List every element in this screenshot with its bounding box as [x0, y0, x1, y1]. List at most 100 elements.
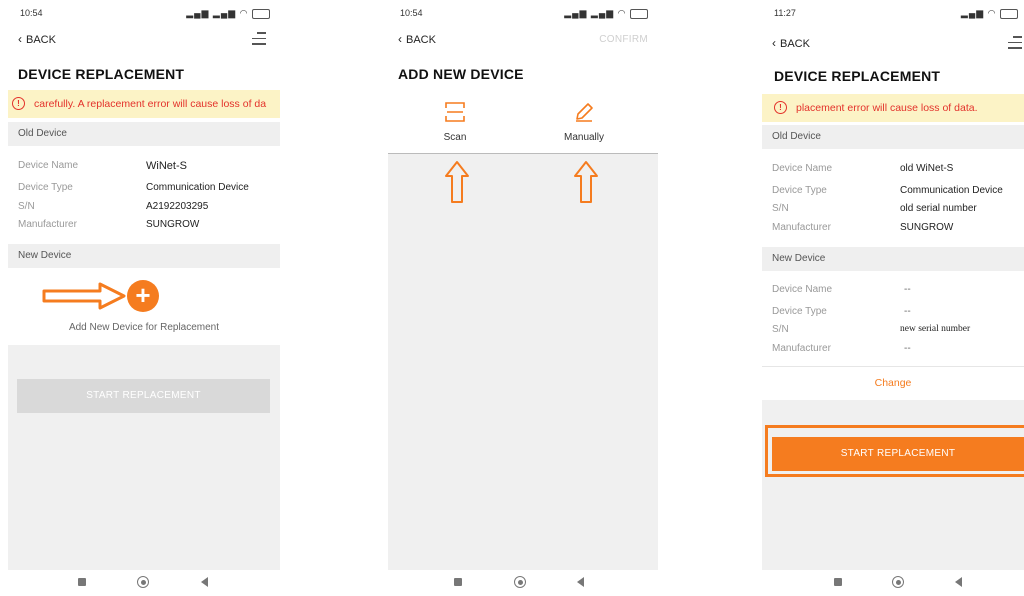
field-label: Device Type: [18, 182, 73, 193]
old-device-label: Old Device: [772, 131, 821, 142]
system-nav-bar: [8, 570, 280, 596]
old-sn-row: S/N old serial number: [772, 203, 1014, 219]
warning-banner: ! placement error will cause loss of dat…: [762, 94, 1024, 122]
nav-back-icon[interactable]: [577, 577, 584, 587]
arrow-up-icon: [445, 161, 469, 203]
warning-text: carefully. A replacement error will caus…: [34, 98, 267, 110]
old-device-type-row: Device Type Communication Device: [772, 185, 1014, 201]
new-device-header: New Device: [8, 244, 280, 268]
back-button[interactable]: ‹ BACK: [772, 36, 810, 50]
field-label: S/N: [772, 203, 789, 214]
back-label: BACK: [26, 34, 56, 46]
start-replacement-button[interactable]: START REPLACEMENT: [17, 379, 270, 413]
field-value: --: [904, 284, 911, 295]
add-new-device-button[interactable]: +: [127, 280, 159, 312]
signal-icon: ▂▄▆ ▂▄▆ ◠: [186, 8, 270, 19]
field-value: Communication Device: [900, 185, 1003, 196]
field-value: A2192203295: [146, 201, 209, 212]
field-value: new serial number: [900, 324, 971, 334]
system-nav-bar: [762, 570, 1024, 596]
recent-apps-icon[interactable]: [454, 578, 462, 586]
new-device-label: New Device: [18, 250, 72, 261]
field-label: S/N: [18, 201, 35, 212]
field-value: SUNGROW: [146, 219, 200, 230]
warning-icon: !: [12, 97, 25, 110]
status-time: 11:27: [774, 8, 796, 18]
manually-option[interactable]: Manually: [549, 96, 619, 143]
old-device-header: Old Device: [762, 125, 1024, 149]
back-chevron-icon: ‹: [398, 32, 402, 46]
new-device-label: New Device: [772, 253, 826, 264]
field-label: S/N: [772, 324, 789, 335]
status-bar: 10:54 ▂▄▆ ▂▄▆ ◠: [18, 8, 270, 22]
field-label: Device Type: [772, 306, 827, 317]
battery-icon: [1000, 8, 1018, 19]
field-value: WiNet-S: [146, 160, 187, 172]
new-device-type-row: Device Type --: [772, 306, 1014, 322]
confirm-button[interactable]: CONFIRM: [599, 34, 648, 45]
arrow-up-icon: [574, 161, 598, 203]
field-label: Manufacturer: [772, 343, 831, 354]
battery-icon: [630, 8, 648, 19]
status-bar: 10:54 ▂▄▆ ▂▄▆ ◠: [398, 8, 648, 22]
field-value: --: [904, 343, 911, 354]
field-label: Manufacturer: [772, 222, 831, 233]
system-nav-bar: [388, 570, 658, 596]
page-title: ADD NEW DEVICE: [398, 66, 524, 82]
recent-apps-icon[interactable]: [834, 578, 842, 586]
field-value: Communication Device: [146, 182, 249, 193]
new-device-name-row: Device Name --: [772, 284, 1014, 300]
field-label: Device Name: [772, 163, 833, 174]
status-bar: 11:27 ▂▄▆ ◠: [772, 8, 1018, 22]
scan-option[interactable]: Scan: [420, 96, 490, 143]
signal-icon: ▂▄▆ ▂▄▆ ◠: [564, 8, 648, 19]
field-label: Device Name: [18, 160, 79, 171]
scan-label: Scan: [443, 132, 467, 143]
start-replacement-button[interactable]: START REPLACEMENT: [772, 437, 1024, 471]
old-device-name-row: Device Name old WiNet-S: [772, 163, 1014, 179]
new-device-header: New Device: [762, 247, 1024, 271]
menu-icon[interactable]: [1008, 32, 1022, 49]
field-label: Device Name: [772, 284, 833, 295]
pencil-icon: [576, 103, 593, 122]
field-label: Device Type: [772, 185, 827, 196]
battery-icon: [252, 8, 270, 19]
manually-label: Manually: [563, 132, 605, 143]
back-chevron-icon: ‹: [18, 32, 22, 46]
back-chevron-icon: ‹: [772, 36, 776, 50]
content-area: [388, 153, 658, 570]
status-time: 10:54: [400, 8, 423, 18]
warning-text: placement error will cause loss of data.: [796, 102, 978, 114]
old-manufacturer-row: Manufacturer SUNGROW: [18, 219, 270, 235]
home-icon[interactable]: [137, 576, 149, 588]
scan-icon: [445, 102, 465, 122]
field-label: Manufacturer: [18, 219, 77, 230]
home-icon[interactable]: [892, 576, 904, 588]
back-label: BACK: [406, 34, 436, 46]
field-value: old WiNet-S: [900, 163, 954, 174]
home-icon[interactable]: [514, 576, 526, 588]
change-button[interactable]: Change: [762, 377, 1024, 389]
nav-back-icon[interactable]: [955, 577, 962, 587]
arrow-right-icon: [42, 282, 126, 310]
screen-device-replacement-empty: 10:54 ▂▄▆ ▂▄▆ ◠ ‹ BACK DEVICE REPLACEMENT…: [8, 0, 280, 596]
nav-back-icon[interactable]: [201, 577, 208, 587]
old-device-label: Old Device: [18, 128, 67, 139]
warning-banner: ! carefully. A replacement error will ca…: [8, 90, 280, 118]
divider: [762, 366, 1024, 367]
new-manufacturer-row: Manufacturer --: [772, 343, 1014, 359]
status-time: 10:54: [20, 8, 43, 18]
recent-apps-icon[interactable]: [78, 578, 86, 586]
add-new-device-label: Add New Device for Replacement: [68, 322, 220, 333]
menu-icon[interactable]: [252, 28, 266, 45]
screen-add-new-device: 10:54 ▂▄▆ ▂▄▆ ◠ ‹ BACK CONFIRM ADD NEW DE…: [388, 0, 658, 596]
old-sn-row: S/N A2192203295: [18, 201, 270, 217]
add-icon: +: [135, 280, 151, 310]
signal-icon: ▂▄▆ ◠: [961, 8, 1018, 19]
page-title: DEVICE REPLACEMENT: [774, 68, 941, 84]
back-button[interactable]: ‹ BACK: [18, 32, 56, 46]
back-button[interactable]: ‹ BACK: [398, 32, 436, 46]
old-manufacturer-row: Manufacturer SUNGROW: [772, 222, 1014, 238]
old-device-header: Old Device: [8, 122, 280, 146]
field-value: SUNGROW: [900, 222, 954, 233]
